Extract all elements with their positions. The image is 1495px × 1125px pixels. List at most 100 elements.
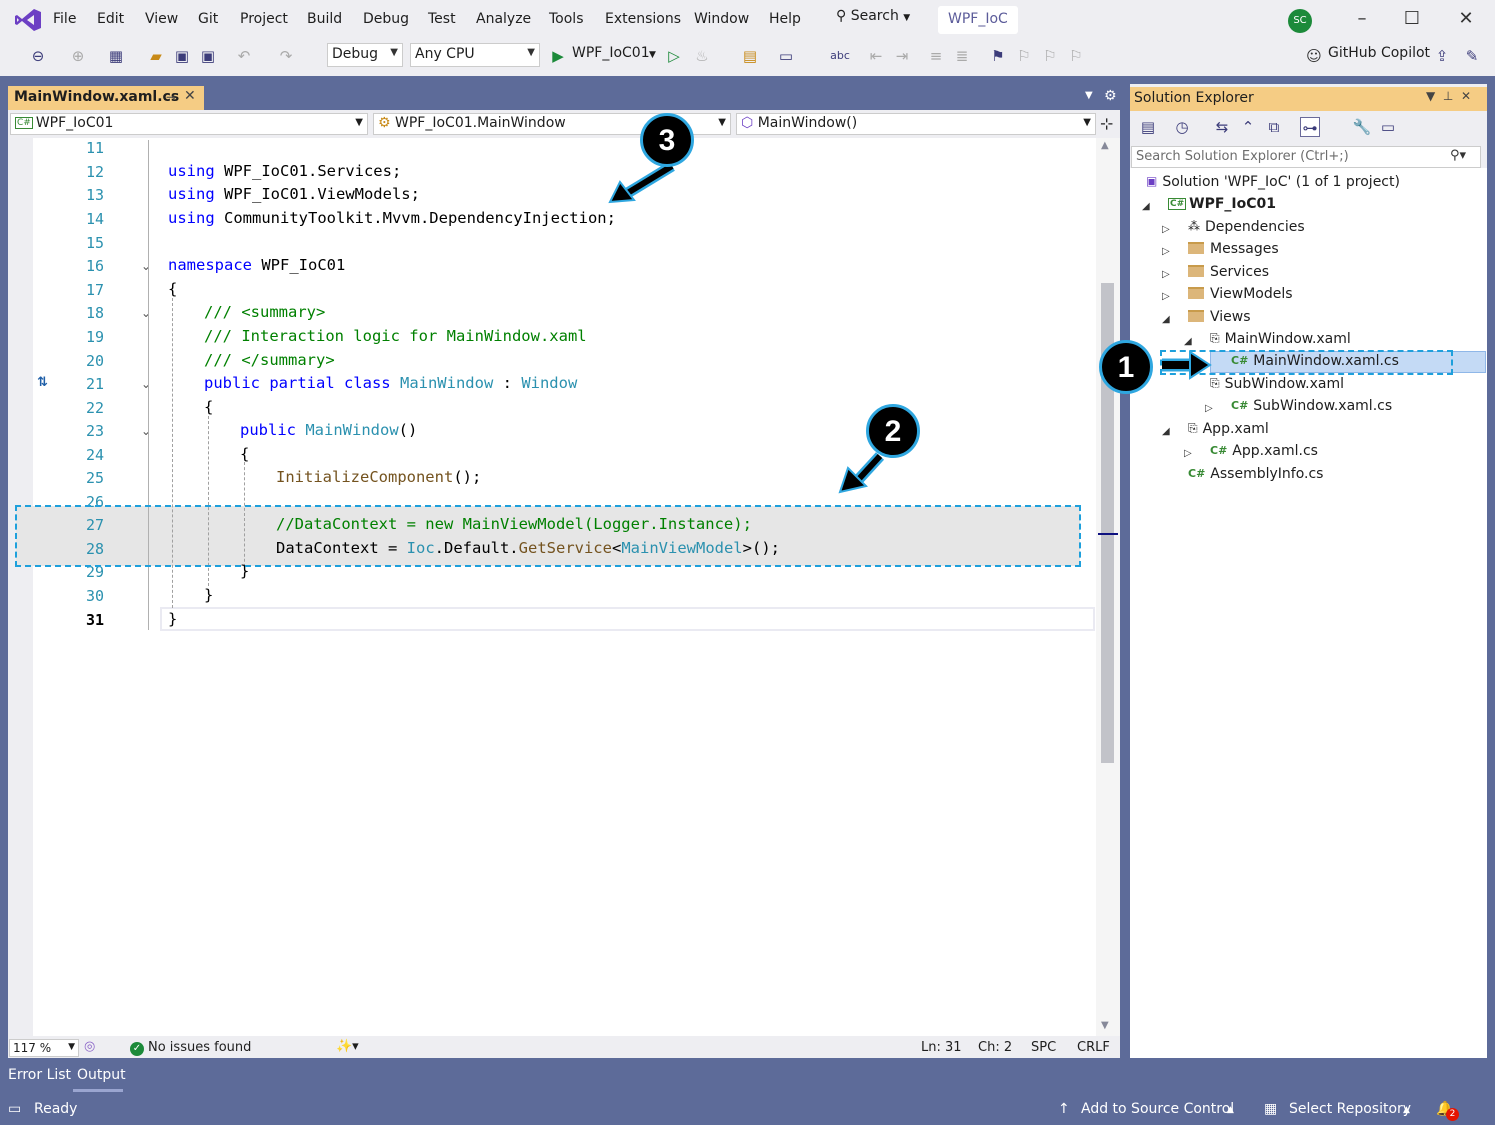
tree-item-app-cs[interactable]: C# App.xaml.cs xyxy=(1210,443,1318,459)
split-icon[interactable]: ⊹ xyxy=(1100,114,1113,133)
tree-item-views[interactable]: Views xyxy=(1188,309,1251,325)
tree-item-app-xaml[interactable]: ⎘ App.xaml xyxy=(1188,421,1269,437)
collapse-icon[interactable]: ⌄ xyxy=(141,306,151,320)
forward-icon[interactable]: ⊕ xyxy=(68,46,88,66)
outdent-icon[interactable]: ⇥ xyxy=(892,46,912,66)
sync-icon[interactable]: ⇆ xyxy=(1212,117,1232,137)
menu-git[interactable]: Git xyxy=(198,11,218,27)
member-nav-select[interactable]: ⬡ MainWindow() ▼ xyxy=(736,113,1096,135)
undo-icon[interactable]: ↶ xyxy=(234,46,254,66)
back-icon[interactable]: ⊖ xyxy=(28,46,48,66)
issues-indicator[interactable]: ✓ No issues found xyxy=(130,1040,251,1056)
spell-check-icon[interactable]: abc xyxy=(830,46,850,66)
tab-error-list[interactable]: Error List xyxy=(8,1067,71,1083)
menu-file[interactable]: File xyxy=(53,11,76,27)
share-icon[interactable]: ⇪ xyxy=(1432,46,1452,66)
menu-help[interactable]: Help xyxy=(769,11,801,27)
select-repository-button[interactable]: Select Repository xyxy=(1289,1101,1411,1117)
solution-folder-icon[interactable]: ▤ xyxy=(740,46,760,66)
search-menu[interactable]: ⚲ Search ▼ xyxy=(836,8,926,32)
properties-icon[interactable]: 🔧 xyxy=(1352,117,1372,137)
chevron-down-icon[interactable]: ▼ xyxy=(649,50,656,60)
whitespace-indicator[interactable]: SPC xyxy=(1031,1040,1056,1055)
next-bookmark-icon[interactable]: ⚐ xyxy=(1040,46,1060,66)
prev-bookmark-icon[interactable]: ⚐ xyxy=(1014,46,1034,66)
comment-icon[interactable]: ≡ xyxy=(926,46,946,66)
tree-item-mainwindow-xaml[interactable]: ⎘ MainWindow.xaml xyxy=(1210,331,1351,347)
menu-test[interactable]: Test xyxy=(428,11,456,27)
collapsed-icon[interactable]: ▷ xyxy=(1162,291,1170,302)
menu-analyze[interactable]: Analyze xyxy=(476,11,531,27)
tree-item-project[interactable]: C# WPF_IoC01 xyxy=(1168,196,1276,212)
health-icon[interactable]: ◎ xyxy=(84,1039,95,1054)
close-tab-icon[interactable]: ✕ xyxy=(184,88,196,104)
line-indicator[interactable]: Ln: 31 xyxy=(921,1040,962,1055)
tree-item-assemblyinfo[interactable]: C# AssemblyInfo.cs xyxy=(1188,466,1323,482)
menu-build[interactable]: Build xyxy=(307,11,342,27)
scroll-down-icon[interactable]: ▼ xyxy=(1101,1020,1109,1031)
collapsed-icon[interactable]: ▷ xyxy=(1205,403,1213,414)
chevron-down-icon[interactable]: ▼ xyxy=(1085,90,1093,101)
menu-edit[interactable]: Edit xyxy=(97,11,124,27)
visual-studio-logo-icon[interactable] xyxy=(14,8,42,32)
project-nav-select[interactable]: C# WPF_IoC01 ▼ xyxy=(10,113,368,135)
menu-tools[interactable]: Tools xyxy=(549,11,584,27)
layout-icon[interactable]: ▭ xyxy=(776,46,796,66)
tree-item-services[interactable]: Services xyxy=(1188,264,1269,280)
save-icon[interactable]: ▣ xyxy=(172,46,192,66)
solution-name-badge[interactable]: WPF_IoC xyxy=(938,6,1018,34)
search-icon[interactable]: ⚲▾ xyxy=(1450,148,1466,163)
uncomment-icon[interactable]: ≣ xyxy=(952,46,972,66)
menu-window[interactable]: Window xyxy=(694,11,749,27)
gear-icon[interactable]: ⚙ xyxy=(1104,88,1117,104)
chevron-up-icon[interactable]: ▲ xyxy=(1227,1105,1234,1115)
pin-icon[interactable]: ⊸ xyxy=(166,90,176,104)
run-without-debug-icon[interactable]: ▷ xyxy=(664,46,684,66)
chevron-down-icon[interactable]: ▼ xyxy=(1426,89,1435,103)
add-to-source-control-button[interactable]: Add to Source Control xyxy=(1081,1101,1234,1117)
run-icon[interactable]: ▶ xyxy=(548,46,568,66)
collapse-icon[interactable]: ⌄ xyxy=(141,424,151,438)
new-project-icon[interactable]: ▦ xyxy=(106,46,126,66)
tree-item-messages[interactable]: Messages xyxy=(1188,241,1279,257)
tree-item-subwindow-xaml[interactable]: ⎘ SubWindow.xaml xyxy=(1210,376,1344,392)
menu-view[interactable]: View xyxy=(145,11,178,27)
output-window-icon[interactable]: ▭ xyxy=(8,1101,21,1117)
history-icon[interactable]: ◷ xyxy=(1172,117,1192,137)
zoom-select[interactable]: 117 % ▼ xyxy=(9,1039,79,1057)
collapse-icon[interactable]: ⌄ xyxy=(141,259,151,273)
expanded-icon[interactable]: ◢ xyxy=(1162,426,1170,437)
tracking-icon[interactable]: ⊶ xyxy=(1300,117,1320,137)
collapsed-icon[interactable]: ▷ xyxy=(1162,246,1170,257)
expanded-icon[interactable]: ◢ xyxy=(1142,201,1150,212)
solution-explorer-search[interactable]: Search Solution Explorer (Ctrl+;) xyxy=(1131,146,1481,168)
feedback-icon[interactable]: ✎ xyxy=(1462,46,1482,66)
hot-reload-icon[interactable]: ♨ xyxy=(692,46,712,66)
expanded-icon[interactable]: ◢ xyxy=(1162,314,1170,325)
line-ending-indicator[interactable]: CRLF xyxy=(1077,1040,1110,1055)
minimize-icon[interactable]: – xyxy=(1350,8,1374,32)
clear-bookmarks-icon[interactable]: ⚐ xyxy=(1066,46,1086,66)
collapsed-icon[interactable]: ▷ xyxy=(1162,224,1170,235)
menu-debug[interactable]: Debug xyxy=(363,11,409,27)
platform-select[interactable]: Any CPU ▼ xyxy=(410,43,540,67)
bookmark-icon[interactable]: ⚑ xyxy=(988,46,1008,66)
save-all-icon[interactable]: ▣ xyxy=(198,46,218,66)
tab-output[interactable]: Output xyxy=(77,1067,126,1083)
collapse-icon[interactable]: ⌄ xyxy=(141,377,151,391)
github-copilot-button[interactable]: GitHub Copilot xyxy=(1328,45,1430,61)
configuration-select[interactable]: Debug ▼ xyxy=(327,43,403,67)
close-icon[interactable]: ✕ xyxy=(1461,89,1471,103)
menu-extensions[interactable]: Extensions xyxy=(605,11,681,27)
preview-icon[interactable]: ▭ xyxy=(1378,117,1398,137)
tree-item-viewmodels[interactable]: ViewModels xyxy=(1188,286,1293,302)
avatar[interactable]: SC xyxy=(1288,9,1312,33)
collapsed-icon[interactable]: ▷ xyxy=(1162,269,1170,280)
switch-views-icon[interactable]: ▤ xyxy=(1138,117,1158,137)
close-icon[interactable]: ✕ xyxy=(1454,8,1478,32)
redo-icon[interactable]: ↷ xyxy=(276,46,296,66)
tree-item-subwindow-cs[interactable]: C# SubWindow.xaml.cs xyxy=(1231,398,1392,414)
tree-item-dependencies[interactable]: ⁂ Dependencies xyxy=(1188,219,1305,235)
tree-item-solution[interactable]: ▣ Solution 'WPF_IoC' (1 of 1 project) xyxy=(1146,174,1400,190)
open-folder-icon[interactable]: ▰ xyxy=(146,46,166,66)
